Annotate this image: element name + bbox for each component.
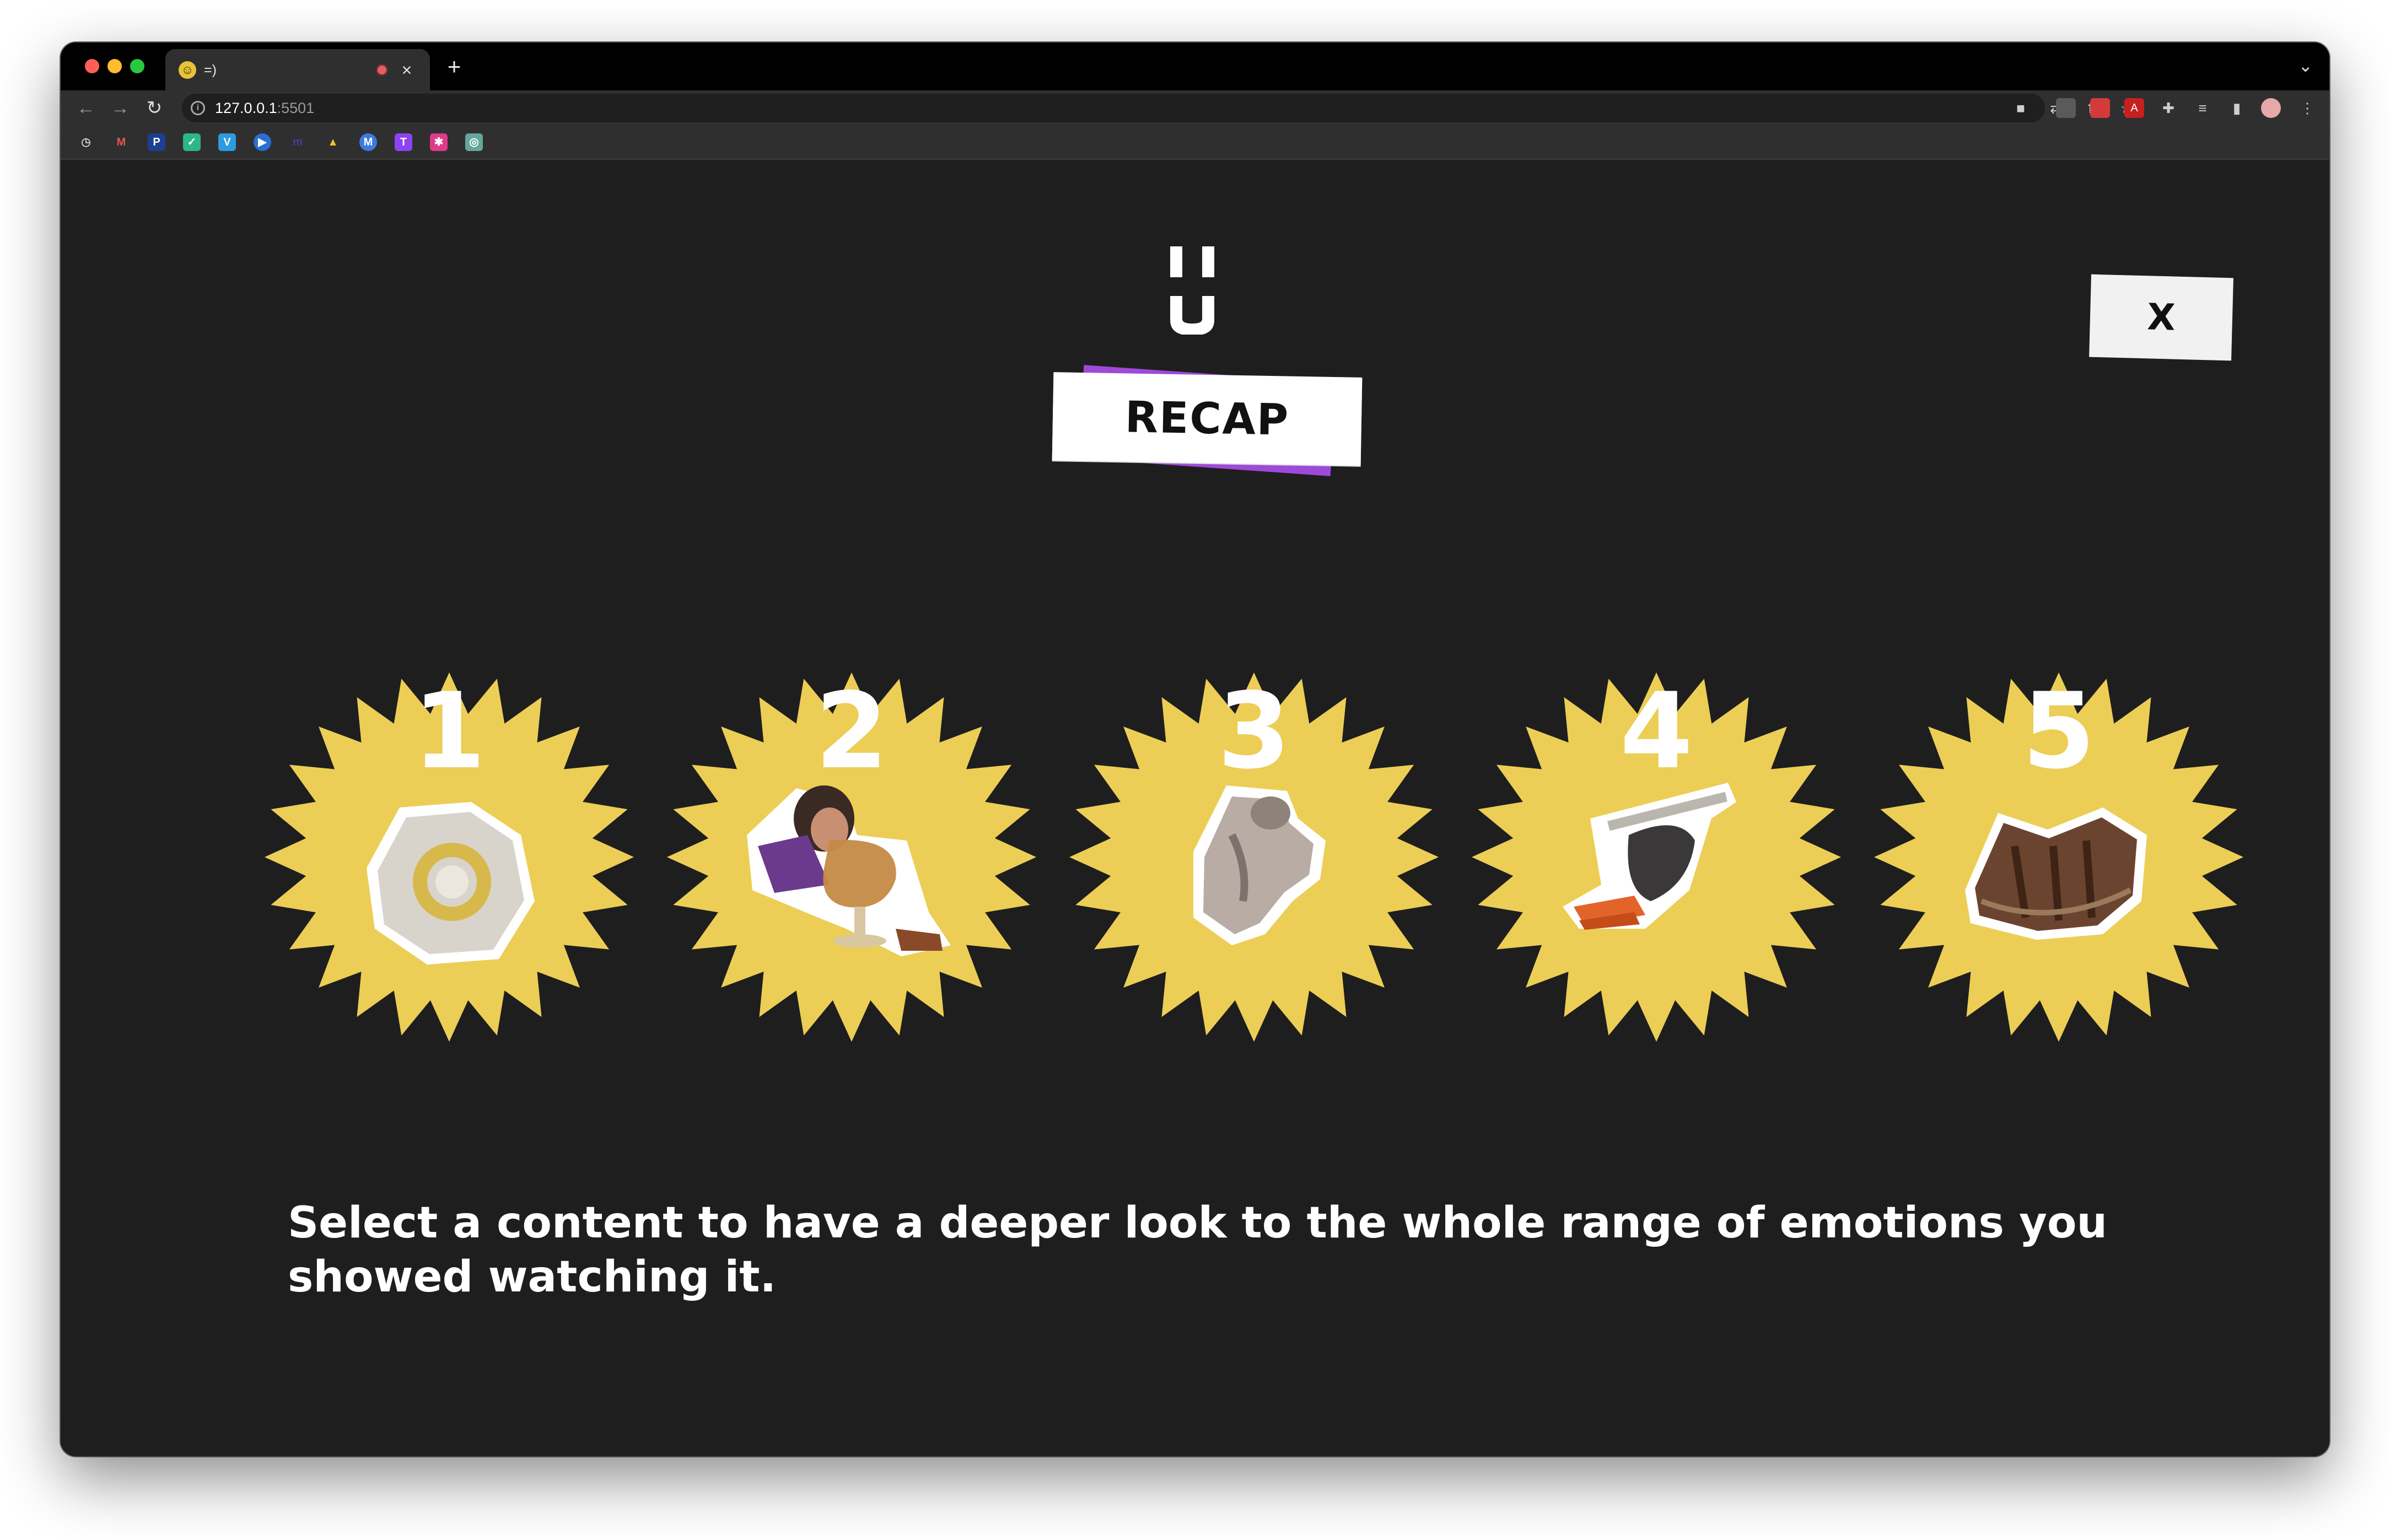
- content-badge-4[interactable]: 4: [1469, 670, 1844, 1044]
- content-badge-2[interactable]: 2: [664, 670, 1039, 1044]
- browser-tab[interactable]: ☺ =) ×: [165, 49, 430, 90]
- url-text: 127.0.0.1:5501: [215, 99, 314, 117]
- content-badge-5[interactable]: 5: [1871, 670, 2246, 1044]
- url-host: 127.0.0.1: [215, 100, 277, 116]
- minimize-window-button[interactable]: [107, 59, 122, 73]
- content-badge-3[interactable]: 3: [1067, 670, 1441, 1044]
- instruction-text: Select a content to have a deeper look t…: [288, 1198, 2108, 1302]
- browser-toolbar: ← → ↻ i 127.0.0.1:5501 ■ ⇄ ⇧ ☆ A ✚ ≡ ▮ ⋮: [61, 90, 2329, 126]
- app-icon[interactable]: ✱: [430, 133, 448, 151]
- extension-icon-1[interactable]: [2056, 98, 2076, 118]
- reading-list-icon[interactable]: ≡: [2193, 98, 2213, 118]
- recap-page: RECAP X 1 2 3 4 5 Select a content to ha…: [61, 160, 2329, 1456]
- browser-window: ☺ =) × + ⌄ ← → ↻ i 127.0.0.1:5501 ■ ⇄ ⇧ …: [61, 42, 2329, 1456]
- address-bar[interactable]: i 127.0.0.1:5501 ■ ⇄ ⇧ ☆: [182, 94, 2133, 122]
- badge-number: 4: [1619, 670, 1693, 792]
- badge-number: 3: [1217, 670, 1291, 792]
- drive-icon[interactable]: ▲: [324, 133, 342, 151]
- pr-icon[interactable]: P: [148, 133, 165, 151]
- bookmarks-bar: ◷ M P ✓ V ▶ m ▲ M T ✱ ◎: [61, 126, 2329, 160]
- content-badge-1[interactable]: 1: [262, 670, 637, 1044]
- side-panel-icon[interactable]: ▮: [2227, 98, 2247, 118]
- tab-close-icon[interactable]: ×: [397, 59, 417, 81]
- circle-m-icon[interactable]: M: [359, 133, 377, 151]
- site-info-icon[interactable]: i: [191, 101, 205, 115]
- close-button[interactable]: X: [2089, 274, 2233, 361]
- reload-icon[interactable]: ↻: [142, 96, 166, 120]
- close-window-button[interactable]: [85, 59, 99, 73]
- twitch-icon[interactable]: T: [395, 133, 412, 151]
- tab-strip: ☺ =) × + ⌄: [61, 42, 2329, 90]
- openai-icon[interactable]: ◎: [465, 133, 483, 151]
- v-icon[interactable]: V: [218, 133, 236, 151]
- new-tab-button[interactable]: +: [441, 53, 467, 80]
- history-icon[interactable]: ◷: [77, 133, 95, 151]
- recording-indicator-icon: [376, 64, 388, 76]
- smiley-favicon-icon: ☺: [179, 61, 196, 79]
- badge-number: 1: [412, 670, 486, 792]
- tab-title: =): [204, 62, 217, 78]
- badge-number: 2: [815, 670, 889, 792]
- pdf-icon[interactable]: A: [2124, 98, 2144, 118]
- forward-icon[interactable]: →: [108, 96, 132, 120]
- more-menu-icon[interactable]: ⋮: [2297, 98, 2317, 118]
- maximize-window-button[interactable]: [130, 59, 144, 73]
- recap-heading: RECAP: [1052, 358, 1363, 485]
- profile-avatar[interactable]: [2261, 98, 2281, 118]
- extension-icon-2[interactable]: [2090, 98, 2110, 118]
- camera-icon[interactable]: ■: [2011, 98, 2031, 118]
- url-port: :5501: [277, 100, 315, 116]
- app-logo: [1170, 246, 1214, 335]
- badge-number: 5: [2022, 670, 2096, 792]
- play-icon[interactable]: ▶: [254, 133, 271, 151]
- recap-label: RECAP: [1052, 372, 1363, 466]
- gmail-icon[interactable]: M: [112, 133, 130, 151]
- m-icon[interactable]: m: [289, 133, 306, 151]
- back-icon[interactable]: ←: [74, 96, 98, 120]
- puzzle-icon[interactable]: ✚: [2158, 98, 2178, 118]
- check-icon[interactable]: ✓: [183, 133, 201, 151]
- tab-search-icon[interactable]: ⌄: [2298, 55, 2313, 77]
